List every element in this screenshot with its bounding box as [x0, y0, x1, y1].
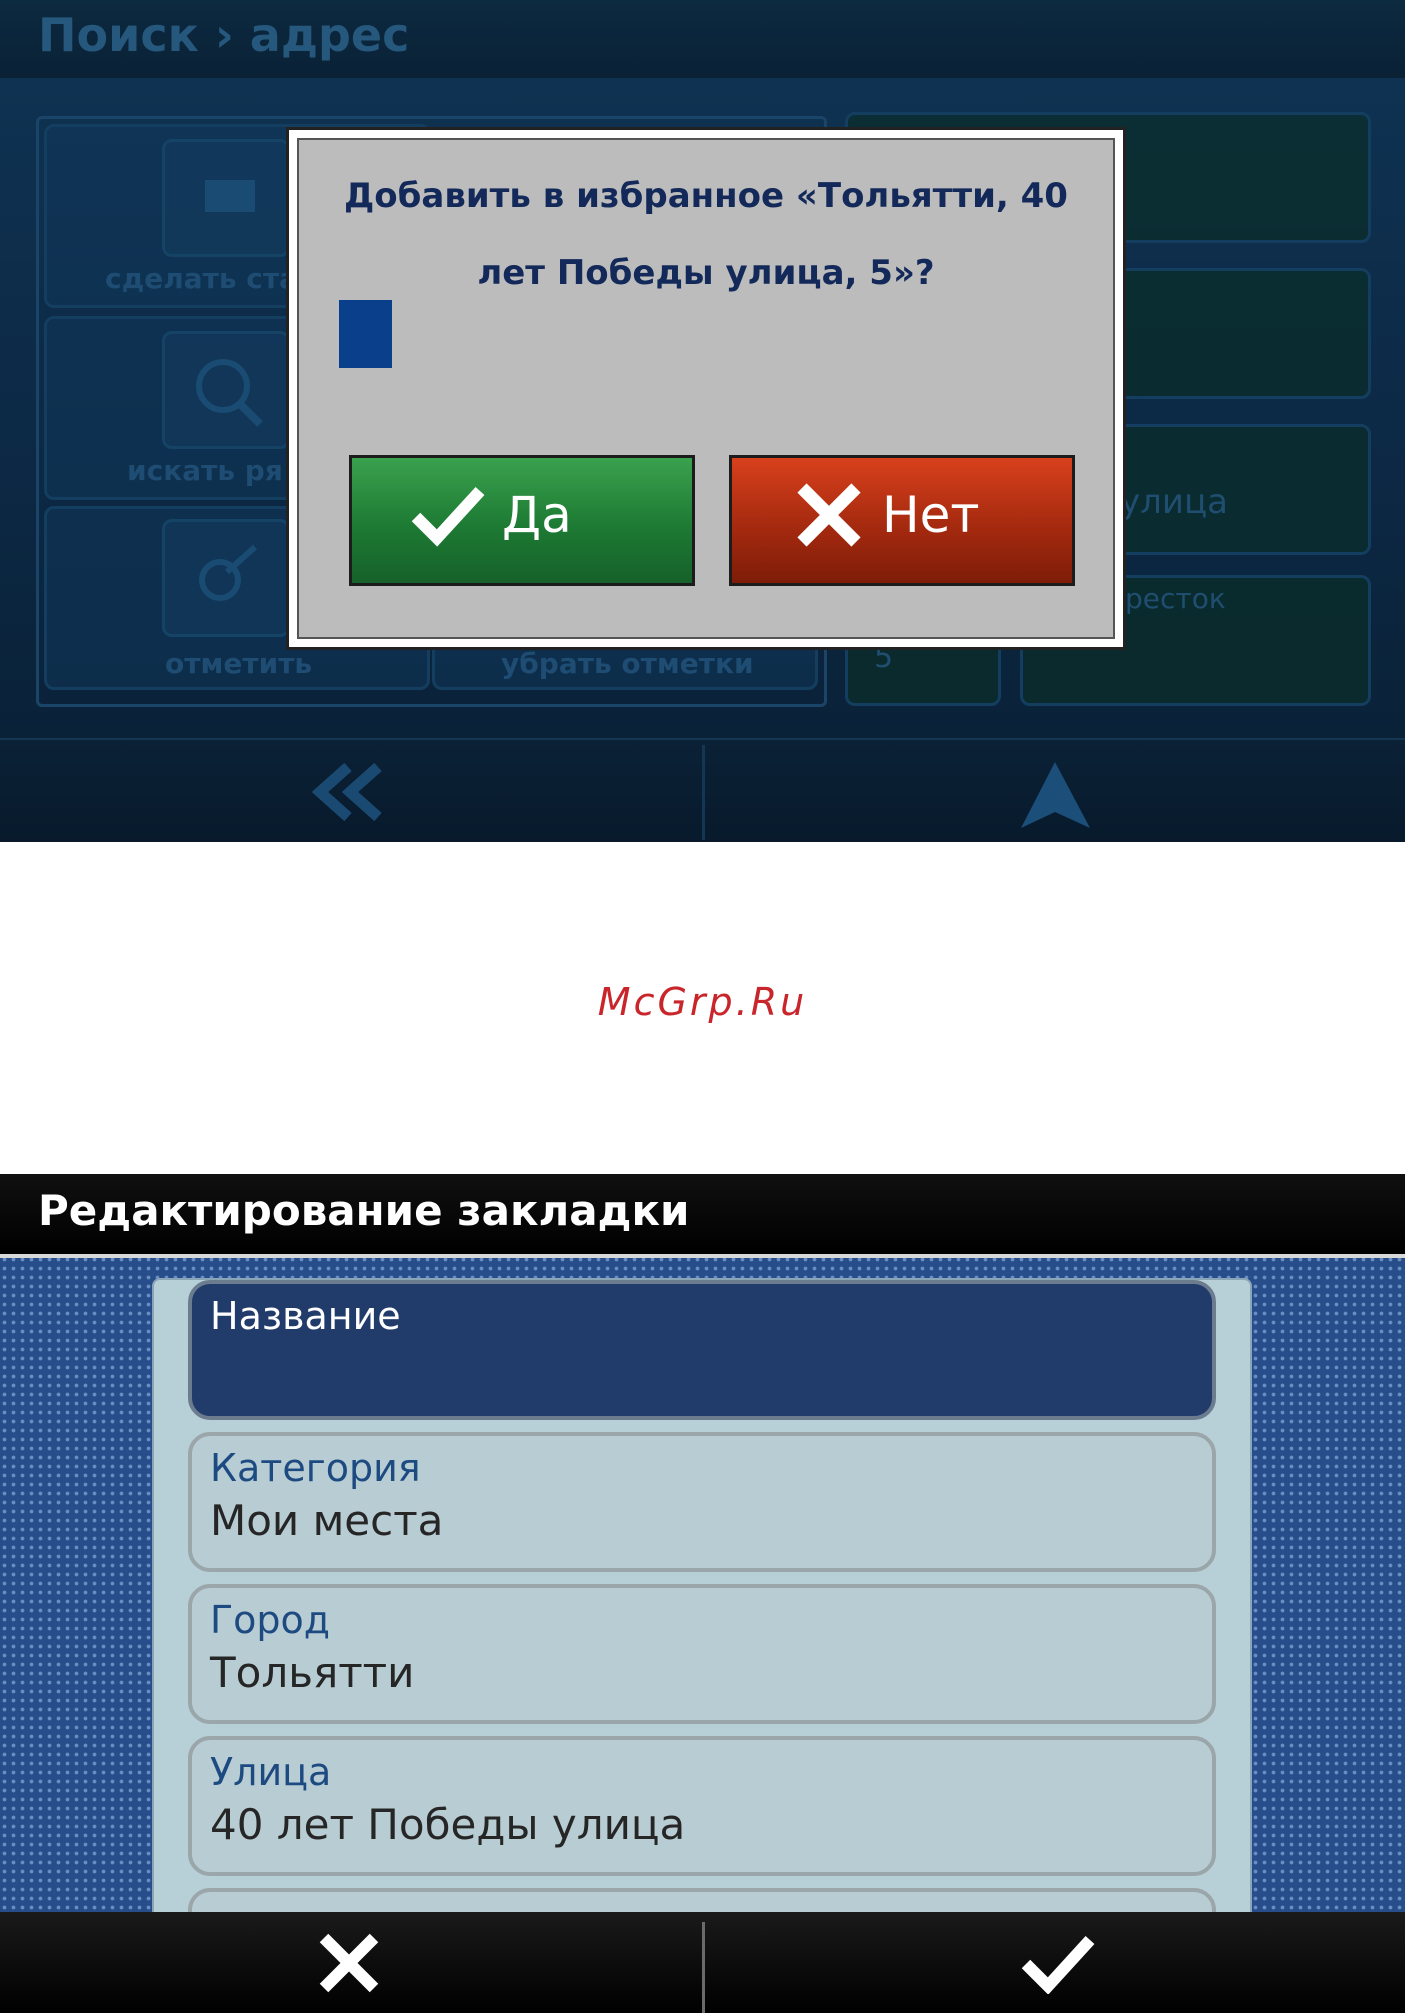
name-field[interactable]: Название — [188, 1280, 1216, 1420]
edit-bookmark-screen: Редактирование закладки Название Категор… — [0, 1174, 1405, 2013]
check-icon — [411, 486, 485, 547]
name-field-label: Название — [210, 1294, 401, 1338]
category-field[interactable]: Категория Мои места — [188, 1432, 1216, 1572]
yes-label: Да — [502, 486, 572, 544]
screen2-header: Редактирование закладки — [0, 1174, 1405, 1258]
dialog-question: Добавить в избранное «Тольятти, 40 лет П… — [344, 176, 1068, 293]
double-chevron-back-icon[interactable] — [310, 762, 385, 822]
bookmark-fields-list: Название Категория Мои места Город Толья… — [152, 1278, 1252, 2013]
cross-icon — [797, 483, 861, 547]
make-start-label: сделать ста — [105, 262, 299, 295]
yes-button[interactable]: Да — [349, 455, 695, 586]
navigation-arrow-icon[interactable] — [1018, 760, 1093, 830]
category-field-value: Мои места — [210, 1496, 444, 1545]
no-label: Нет — [882, 486, 980, 544]
dialog-body: Добавить в избранное «Тольятти, 40 лет П… — [297, 138, 1115, 639]
dialog-focus-indicator — [339, 300, 392, 368]
street-field[interactable]: Улица 40 лет Победы улица — [188, 1736, 1216, 1876]
screen1-bottom-divider — [702, 745, 705, 840]
mark-pin-icon — [162, 519, 290, 637]
city-field[interactable]: Город Тольятти — [188, 1584, 1216, 1724]
category-field-label: Категория — [210, 1446, 421, 1490]
crossroad-fragment: ресток — [1125, 582, 1226, 615]
street-field-value: 40 лет Победы улица — [210, 1800, 686, 1849]
add-favorite-dialog: Добавить в избранное «Тольятти, 40 лет П… — [286, 127, 1126, 650]
search-nearby-label: искать ря — [127, 454, 283, 487]
no-button[interactable]: Нет — [729, 455, 1075, 586]
confirm-check-icon[interactable] — [1020, 1932, 1096, 1994]
street-fragment: улица — [1120, 482, 1228, 522]
screen2-title: Редактирование закладки — [38, 1186, 690, 1235]
city-field-label: Город — [210, 1598, 331, 1642]
screen2-bottom-divider — [702, 1922, 705, 2013]
flag-icon — [162, 139, 290, 257]
magnifier-icon — [162, 331, 290, 449]
address-search-screen: Поиск › адрес сделать ста искать ря отме… — [0, 0, 1405, 842]
remove-marks-label: убрать отметки — [501, 647, 754, 680]
street-field-label: Улица — [210, 1750, 332, 1794]
city-field-value: Тольятти — [210, 1648, 415, 1697]
watermark: McGrp.Ru — [597, 980, 808, 1024]
cancel-cross-icon[interactable] — [316, 1930, 382, 1996]
mark-label: отметить — [165, 647, 313, 680]
screen1-header: Поиск › адрес — [0, 0, 1405, 78]
screen1-title: Поиск › адрес — [38, 8, 410, 62]
